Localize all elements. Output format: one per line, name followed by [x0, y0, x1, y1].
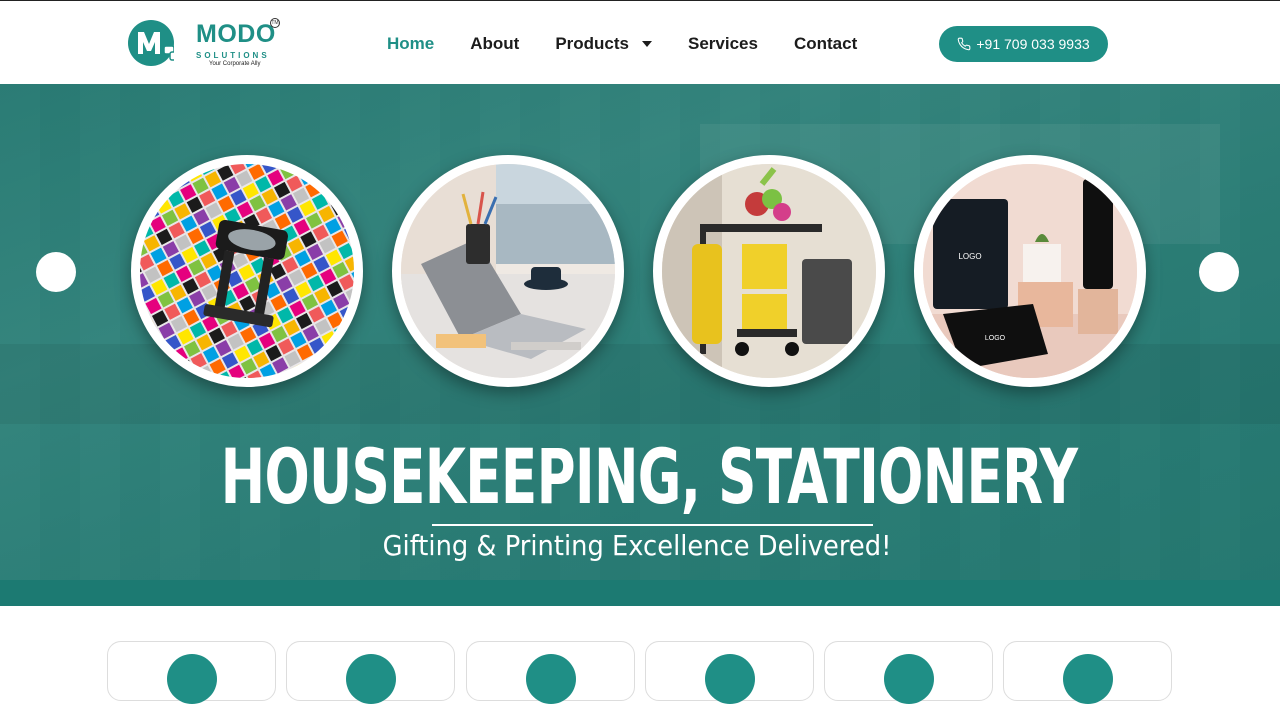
- brand-logo[interactable]: MODO TM SOLUTIONS Your Corporate Ally: [128, 18, 283, 70]
- feature-card[interactable]: [824, 641, 993, 701]
- laptop-stationery-desk-image: [392, 155, 624, 387]
- nav-products[interactable]: Products: [555, 34, 652, 54]
- color-swatch: [342, 164, 354, 178]
- nav-products-label: Products: [555, 34, 629, 54]
- color-swatch: [140, 192, 153, 208]
- feature-card[interactable]: [645, 641, 814, 701]
- chevron-down-icon[interactable]: [642, 41, 652, 47]
- svg-text:LOGO: LOGO: [958, 252, 981, 261]
- brand-tagline: Your Corporate Ally: [209, 61, 260, 67]
- housekeeping-cart-image: [653, 155, 885, 387]
- color-printing-swatches-image: [131, 155, 363, 387]
- cart-illustration: [662, 164, 876, 378]
- feature-card[interactable]: [286, 641, 455, 701]
- nav-home[interactable]: Home: [387, 34, 434, 54]
- color-swatch: [323, 164, 339, 172]
- color-swatch: [266, 376, 282, 378]
- hero-slider: LOGO LOGO HOUSEKEEPING, STATIONERY Gifti…: [0, 84, 1280, 606]
- color-swatch: [337, 180, 353, 196]
- color-swatch: [346, 318, 354, 334]
- color-swatch: [292, 164, 308, 173]
- feature-icon-4: [705, 654, 755, 704]
- svg-text:LOGO: LOGO: [985, 335, 1006, 342]
- color-swatch: [140, 230, 141, 246]
- site-header: MODO TM SOLUTIONS Your Corporate Ally Ho…: [0, 0, 1280, 84]
- slider-next-button[interactable]: [1199, 252, 1239, 292]
- branded-corporate-gifts-image: LOGO LOGO: [914, 155, 1146, 387]
- phone-icon: [957, 37, 971, 51]
- color-swatch: [352, 299, 354, 315]
- brand-name: MODO: [196, 20, 276, 49]
- color-swatch: [311, 164, 327, 178]
- feature-card[interactable]: [466, 641, 635, 701]
- trademark-badge: TM: [270, 18, 280, 28]
- call-button[interactable]: +91 709 033 9933: [939, 26, 1108, 62]
- color-swatch: [343, 193, 354, 209]
- hero-divider: [432, 524, 873, 526]
- color-swatch: [349, 174, 354, 190]
- slider-prev-button[interactable]: [36, 252, 76, 292]
- laptop-illustration: [401, 164, 615, 378]
- hero-title: HOUSEKEEPING, STATIONERY: [195, 439, 1104, 515]
- nav-about[interactable]: About: [470, 34, 519, 54]
- feature-icon-5: [884, 654, 934, 704]
- color-swatch: [149, 185, 165, 201]
- brand-subtitle: SOLUTIONS: [196, 51, 270, 60]
- swatches-illustration: [140, 164, 354, 378]
- feature-icon-6: [1063, 654, 1113, 704]
- color-swatch: [304, 164, 320, 166]
- color-swatch: [350, 205, 354, 221]
- nav-services[interactable]: Services: [688, 34, 758, 54]
- color-swatch: [318, 175, 334, 191]
- hero-bottom-band: [0, 580, 1280, 606]
- feature-icon-3: [526, 654, 576, 704]
- color-swatch: [330, 168, 346, 184]
- logo-mark-icon: [128, 20, 174, 66]
- color-swatch: [336, 164, 352, 165]
- color-swatch: [273, 164, 289, 167]
- hero-subtitle: Gifting & Printing Excellence Delivered!: [51, 528, 1223, 564]
- color-swatch: [140, 211, 147, 227]
- feature-icon-2: [346, 654, 396, 704]
- feature-cards: [107, 641, 1177, 681]
- main-nav: Home About Products Services Contact: [387, 33, 893, 55]
- feature-card[interactable]: [1003, 641, 1172, 701]
- nav-contact[interactable]: Contact: [794, 34, 857, 54]
- gifts-illustration: LOGO LOGO: [923, 164, 1137, 378]
- feature-icon-1: [167, 654, 217, 704]
- phone-number: +91 709 033 9933: [976, 36, 1089, 52]
- feature-card[interactable]: [107, 641, 276, 701]
- color-swatch: [140, 323, 143, 339]
